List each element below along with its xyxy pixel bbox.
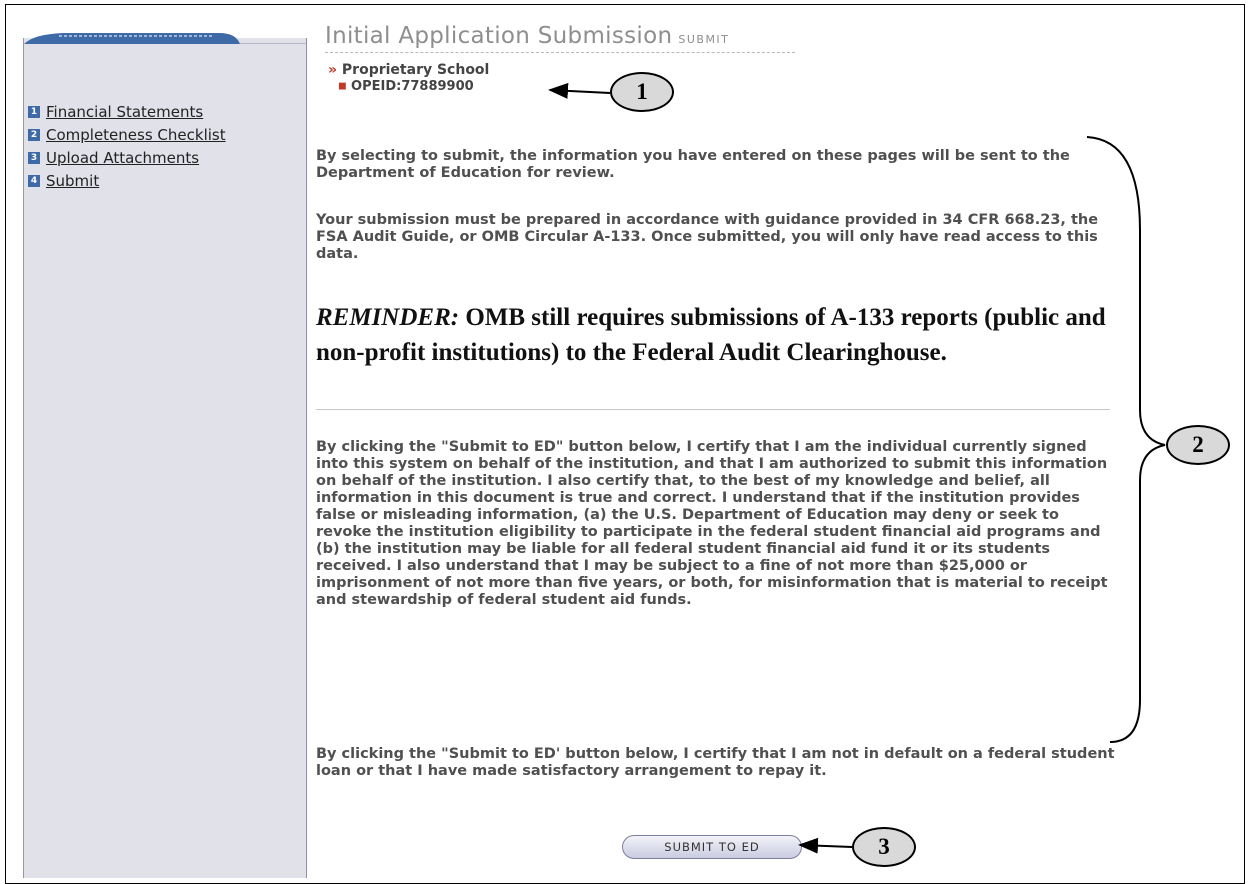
callout-badge-1: 1 <box>610 72 674 112</box>
callout-arrows <box>548 82 1166 854</box>
callout-badge-3: 3 <box>852 827 916 867</box>
callout-badge-2: 2 <box>1166 425 1230 465</box>
